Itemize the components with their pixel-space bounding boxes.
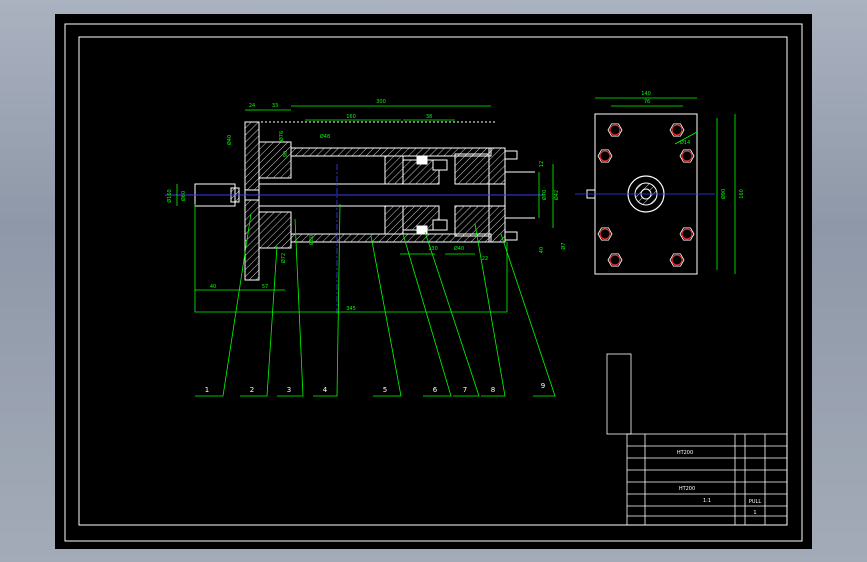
dimension-label: Ø48 (320, 133, 330, 140)
dimension-label: Ø42 (553, 190, 560, 200)
cad-drawing: 24 33300160 38Ø40Ø160 Ø60Ø7690Ø48Ø80Ø721240… (64, 23, 803, 542)
bolt-hole (599, 150, 611, 162)
dimension-label: 90 (283, 151, 289, 157)
side-dimension-label: 76 (644, 99, 650, 105)
dimension-label: 24 (249, 103, 255, 109)
dimension-label: Ø76 (278, 131, 285, 141)
part-balloon-labels: 1 2 3 4 5 6 7 8 9 (205, 382, 545, 394)
part-balloon: 9 (541, 382, 545, 390)
side-dimension-label: Ø90 (720, 189, 727, 199)
part-balloon: 6 (433, 386, 438, 394)
part-balloon: 3 (287, 386, 291, 394)
title-block-scale: 1:1 (703, 498, 711, 504)
title-block-main-label: HT200 (679, 486, 695, 492)
rear-cover-lower (454, 205, 490, 237)
part-balloon: 7 (463, 386, 467, 394)
dimension-label: 345 (346, 306, 356, 312)
dimension-label: 33 (272, 103, 278, 109)
dimension-label: Ø72 (280, 253, 287, 263)
piston-upper (384, 155, 404, 185)
bolt-hole (609, 124, 621, 136)
outer-border (64, 23, 803, 542)
front-flange (244, 121, 260, 281)
title-block-material: HT200 (677, 450, 693, 456)
part-balloon: 8 (491, 386, 495, 394)
side-dimension-label: 160 (739, 189, 745, 199)
dimension-label: 40 (539, 247, 545, 253)
dimension-label: 57 (262, 284, 268, 290)
dimension-label: Ø40 (226, 135, 233, 145)
title-block-sheet: 1 (753, 510, 756, 516)
front-cover-lower (258, 211, 292, 249)
front-cover-upper (258, 141, 292, 179)
dimension-label: Ø60 (180, 191, 187, 201)
dimension-label: Ø70 (541, 190, 548, 200)
bolt-hole (599, 228, 611, 240)
part-balloon: 1 (205, 386, 209, 394)
title-block-drawing-title: PULL (749, 499, 761, 505)
bolt-hole (671, 124, 683, 136)
dimension-label: Ø40 (454, 245, 464, 252)
dimension-label: 160 (346, 114, 356, 120)
part-balloon: 4 (323, 386, 328, 394)
dimension-label: 300 (376, 99, 386, 105)
dimension-label: 130 (428, 246, 438, 252)
dimension-label: 40 (210, 284, 216, 290)
drawing-canvas[interactable]: 24 33 300 160 38 Ø40 Ø160 Ø60 Ø76 90 Ø48 Ø80 Ø72 12 40… (55, 14, 812, 549)
rear-cover-upper (454, 153, 490, 185)
bolt-hole (681, 228, 693, 240)
bolt-hole (609, 254, 621, 266)
side-dimension-label: Ø14 (680, 139, 690, 146)
piston-lower (384, 205, 404, 235)
side-view (575, 97, 736, 275)
bolt-hole (681, 150, 693, 162)
dimension-label: 22 (482, 256, 488, 262)
dimension-label: 12 (539, 161, 545, 167)
bolt-hole (671, 254, 683, 266)
dimension-label: Ø80 (308, 235, 315, 245)
part-balloon: 5 (383, 386, 387, 394)
dimension-label: 38 (426, 114, 432, 120)
side-dimension-label: 140 (641, 91, 651, 97)
dimension-label: Ø160 (166, 189, 173, 202)
dimension-label: Ø7 (560, 242, 567, 249)
part-balloon: 2 (250, 386, 254, 394)
